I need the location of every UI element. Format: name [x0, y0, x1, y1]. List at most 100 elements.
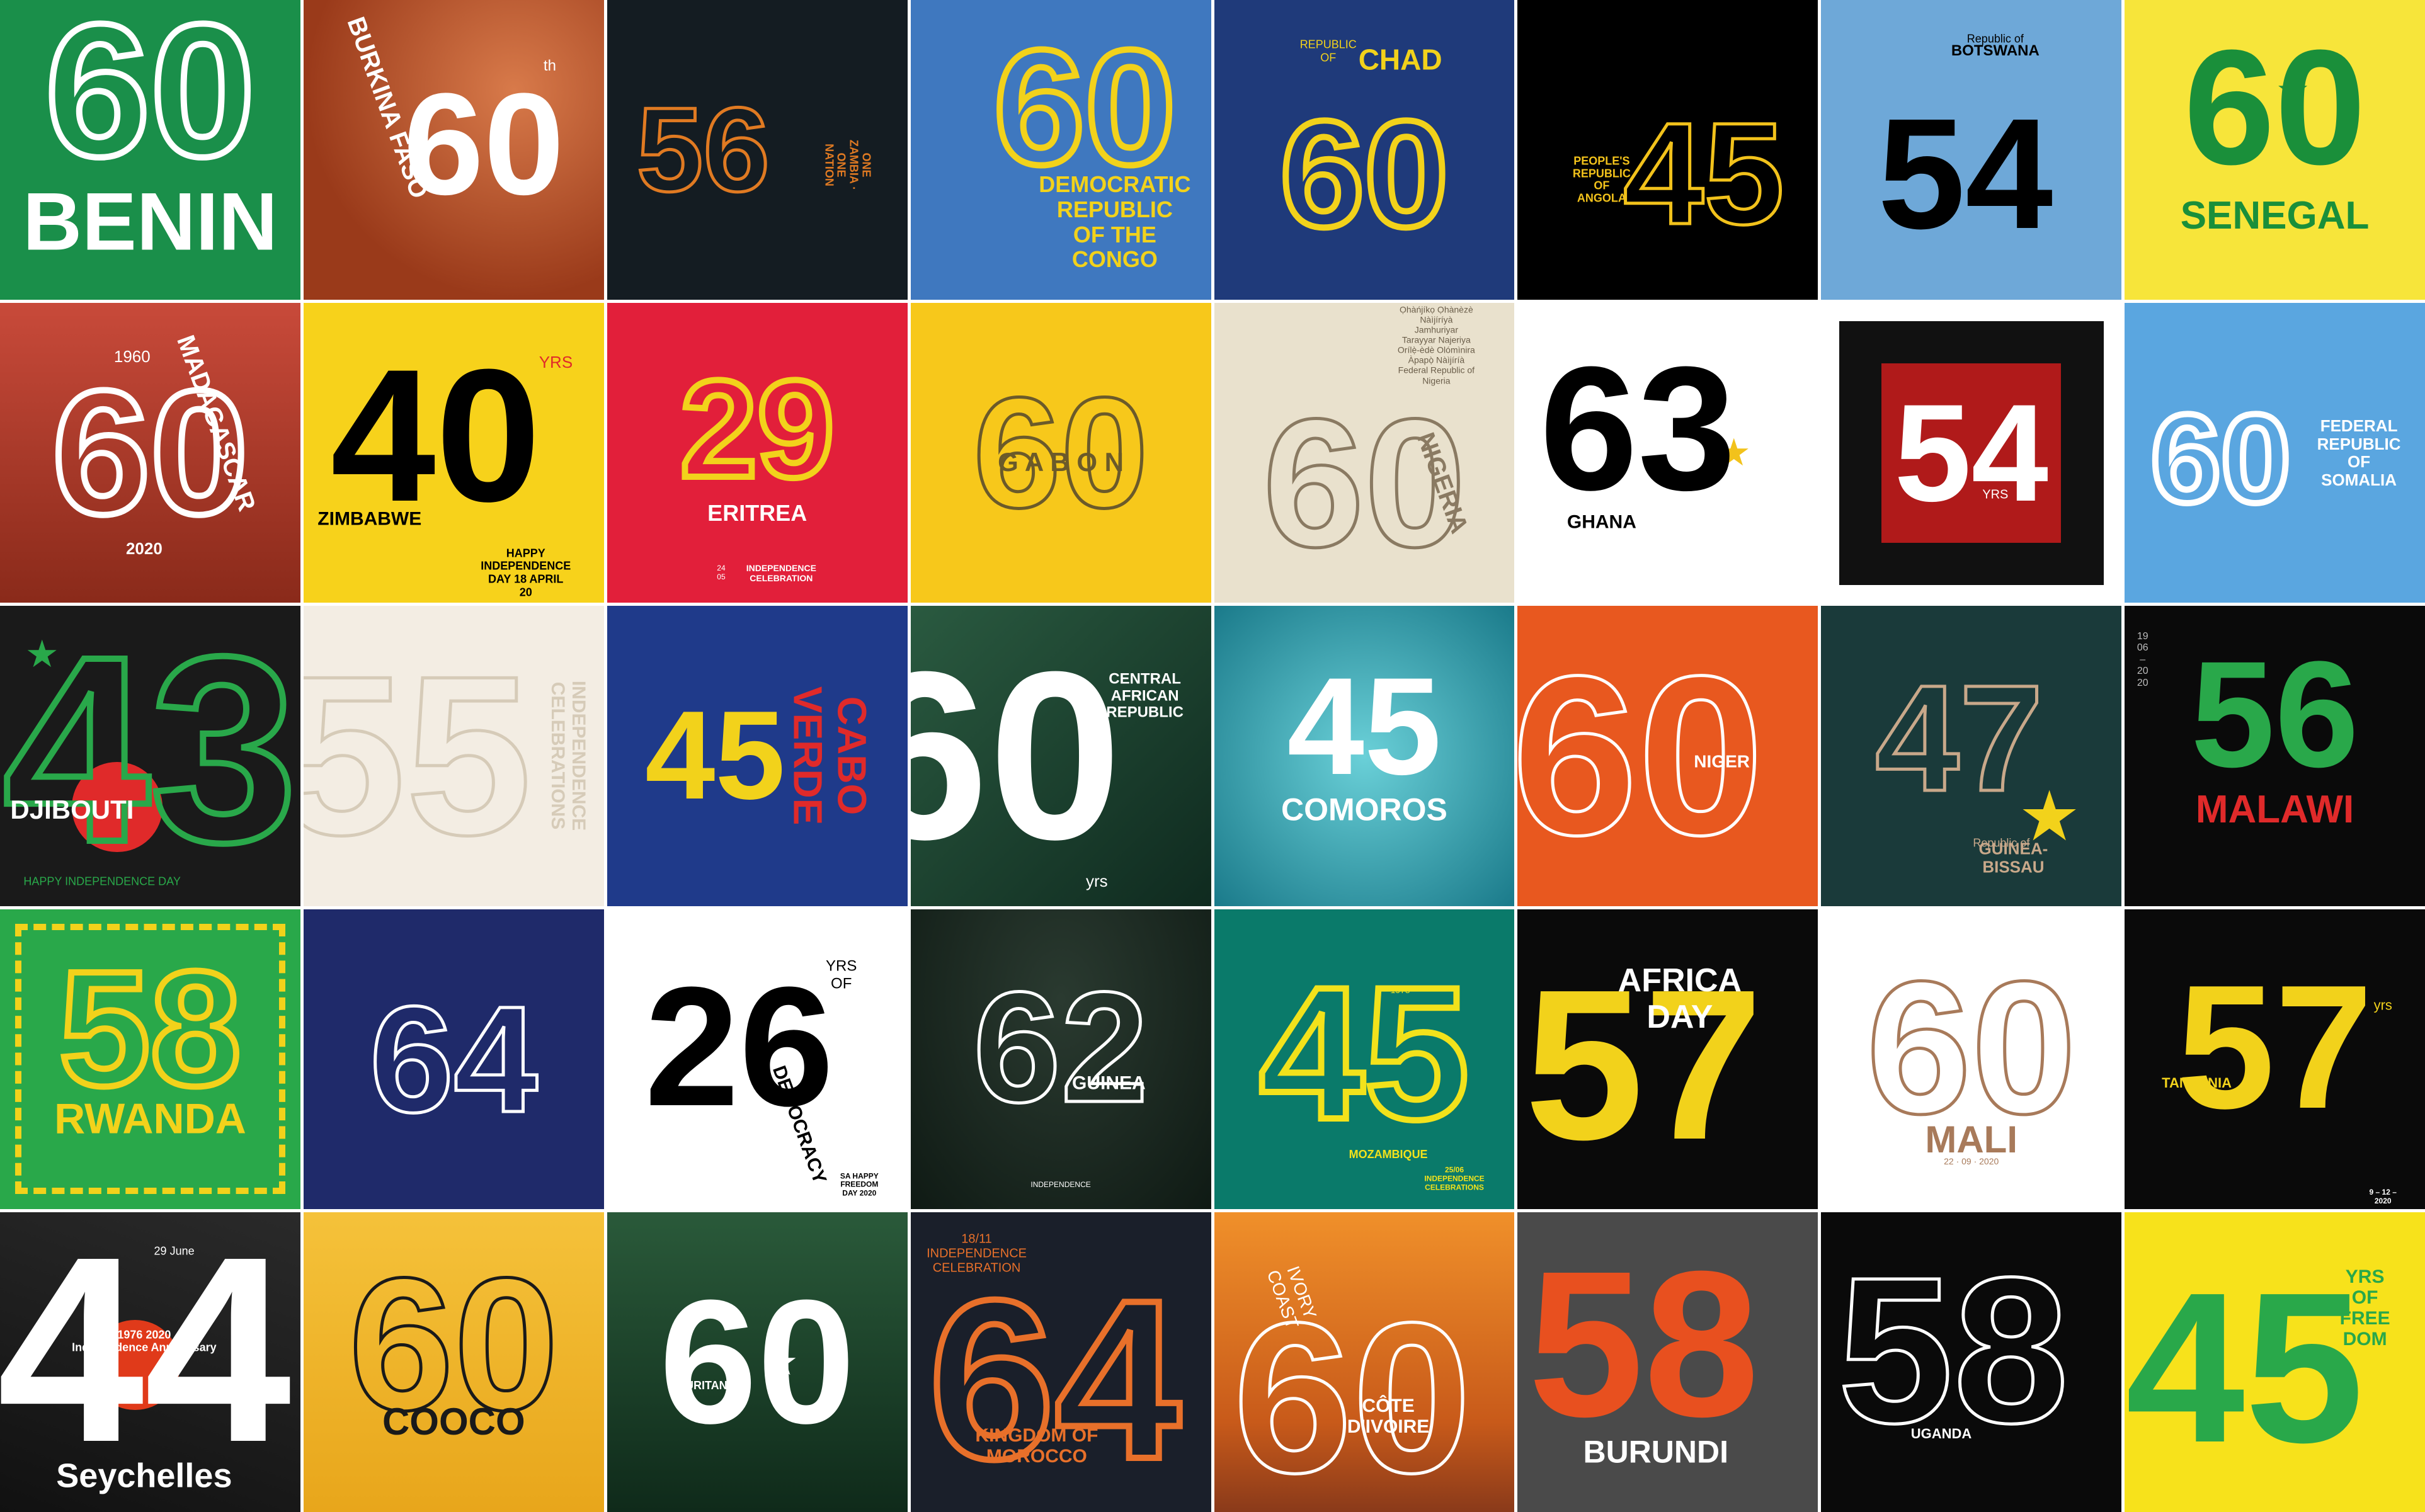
poster-tile-car: 60 CENTRAL AFRICAN REPUBLIC yrs [910, 606, 1211, 906]
poster-tile-uganda: 58 UGANDA [1821, 1212, 2122, 1512]
poster-tile-benin: 60 BENIN [0, 0, 300, 300]
poster-tile-sudan: 64 [303, 909, 604, 1209]
anniversary-number: 47 [1874, 653, 2045, 822]
poster-tile-nigeria: 60 NIGERIA Ọhàńjíkọ Ọhànèzè Nàìjíríyà Jamh… [1214, 303, 1515, 603]
country-label: MOZAMBIQUE [1349, 1148, 1428, 1161]
poster-tile-burkina: 60 BURKINA FASO th [303, 0, 604, 300]
poster-tile-caboverde: 45 CABO VERDE [607, 606, 908, 906]
anniversary-number: 64 [368, 974, 539, 1144]
poster-tile-comoros: 45 COMOROS [1214, 606, 1515, 906]
caption-text: HAPPY INDEPENDENCE DAY [23, 875, 181, 889]
poster-tile-saotome: 45 YRS OF FREE DOM [2125, 1212, 2425, 1512]
footnote-text: SA HAPPY FREEDOM DAY 2020 [840, 1171, 879, 1198]
anniversary-number: 58 [1528, 1227, 1760, 1460]
anniversary-number: 26 [644, 952, 834, 1142]
anniversary-number: 60 [2183, 16, 2366, 200]
anniversary-number: 45 [1622, 93, 1786, 255]
poster-tile-rwanda: 58 RWANDA [0, 909, 300, 1209]
poster-tile-morocco: 64 KINGDOM OF MOROCCO 18/11 INDEPENDENCE C… [910, 1212, 1211, 1512]
country-label: NIGER [1694, 751, 1750, 771]
footnote-text: INDEPENDENCE CELEBRATION [746, 562, 816, 583]
caption-text: 22 · 09 · 2020 [1944, 1156, 1999, 1166]
caption-text: 24 05 [717, 563, 726, 581]
anniversary-number: 45 [645, 685, 785, 826]
poster-tile-somalia: 60 FEDERAL REPUBLIC OF SOMALIA [2125, 303, 2425, 603]
poster-tile-malawi: 56 MALAWI 19 06 – 20 20 [2125, 606, 2425, 906]
poster-tile-tanzania: 57 TANZANIA yrs 9 – 12 – 2020 [2125, 909, 2425, 1209]
country-label: COOCO [382, 1401, 525, 1443]
poster-tile-botswana: 54 BOTSWANA Republic of [1821, 0, 2122, 300]
anniversary-number: 60 [910, 622, 1122, 890]
caption-text: Ọhàńjíkọ Ọhànèzè Nàìjíríyà Jamhuriyar Ta… [1397, 304, 1475, 386]
caption-text: 1975 [1390, 985, 1410, 996]
poster-tile-niger: 60 NIGER [1517, 606, 1818, 906]
country-label: Seychelles [56, 1457, 232, 1495]
anniversary-number: 29 [677, 351, 838, 507]
country-label: DEMOCRATIC REPUBLIC OF THE CONGO [1039, 171, 1191, 272]
caption-text: Republic of [1973, 836, 2030, 850]
country-label: PEOPLE'S REPUBLIC OF ANGOLA [1572, 154, 1631, 205]
country-label: MAURITANIA [668, 1379, 739, 1392]
anniversary-number: 60 [1864, 941, 2078, 1153]
anniversary-number: 58 [1836, 1233, 2070, 1466]
country-label: BURUNDI [1583, 1434, 1729, 1470]
poster-tile-angola: 45 PEOPLE'S REPUBLIC OF ANGOLA [1517, 0, 1818, 300]
caption-text: 18/11 INDEPENDENCE CELEBRATION [927, 1232, 1027, 1275]
caption-text: YRS [826, 1333, 845, 1343]
anniversary-number: 60 [659, 1263, 855, 1460]
country-label: KINGDOM OF MOROCCO [975, 1425, 1098, 1467]
country-label: MALAWI [2195, 788, 2354, 832]
poster-tile-senegal: ★ 60 SENEGAL [2125, 0, 2425, 300]
country-label: FEDERAL REPUBLIC OF SOMALIA [2317, 416, 2401, 489]
poster-tile-zimbabwe: 40 ZIMBABWE YRS HAPPY INDEPENDENCE DAY 18 A… [303, 303, 604, 603]
footnote-text: 2020 [125, 538, 163, 558]
anniversary-number: 45 [1287, 648, 1442, 804]
poster-tile-guinea: 62 GUINEA INDEPENDENCE [910, 909, 1211, 1209]
caption-text: Republic of [1966, 32, 2024, 45]
poster-tile-ivorycoast: 60 CÔTE D'IVOIRE IVORY COAST [1214, 1212, 1515, 1512]
country-label: INDEPENDENCE CELEBRATIONS [547, 681, 589, 831]
poster-tile-madagascar: 60 MADAGASCAR 1960 2020 [0, 303, 300, 603]
poster-tile-congo: 60 COOCO [303, 1212, 604, 1512]
anniversary-number: 55 [303, 629, 534, 883]
country-label: CÔTE D'IVOIRE [1347, 1395, 1430, 1437]
caption-text: 1960 [113, 346, 151, 366]
anniversary-number: 56 [2191, 629, 2359, 799]
country-label: GUINEA [1072, 1072, 1146, 1094]
caption-text: INDEPENDENCE [1030, 1179, 1091, 1189]
caption-text: 29 June [154, 1244, 195, 1258]
poster-tile-zambia: 56 ONE ZAMBIA · ONE NATION [607, 0, 908, 300]
country-label: ONE ZAMBIA · ONE NATION [823, 139, 873, 191]
caption-text: yrs [2373, 997, 2392, 1013]
anniversary-number: 45 [1256, 947, 1473, 1159]
poster-tile-africaday: 57 AFRICA DAY [1517, 909, 1818, 1209]
caption-text: YRS OF [826, 957, 857, 992]
poster-tile-chad: 60 CHAD REPUBLIC OF [1214, 0, 1515, 300]
poster-tile-mauritania: ★ 60 MAURITANIA YRS [607, 1212, 908, 1512]
country-label: SENEGAL [2180, 193, 2370, 237]
poster-grid: 60 BENIN 60 BURKINA FASO th 56 ONE ZAMBIA · ON… [0, 0, 2425, 1512]
country-label: MALI [1925, 1118, 2018, 1161]
poster-tile-mozambique: 45 MOZAMBIQUE 1975 25/06 INDEPENDENCE CELEB… [1214, 909, 1515, 1209]
anniversary-number: 43 [0, 606, 300, 897]
caption-text: REPUBLIC OF [1299, 38, 1357, 64]
caption-text: yrs [1085, 872, 1108, 891]
anniversary-number: 63 [1539, 331, 1736, 528]
poster-tile-southafrica: 26 DEMOCRACY YRS OF SA HAPPY FREEDOM DAY 20… [607, 909, 908, 1209]
anniversary-number: 60 [1277, 89, 1451, 259]
country-label: CABO VERDE [784, 686, 875, 826]
country-label: G A B O N [998, 446, 1124, 477]
footnote-text: 25/06 INDEPENDENCE CELEBRATIONS [1424, 1165, 1485, 1192]
country-label: RWANDA [54, 1094, 246, 1143]
poster-tile-gambia: 55 INDEPENDENCE CELEBRATIONS [303, 606, 604, 906]
footnote-text: HAPPY INDEPENDENCE DAY 18 APRIL 20 [481, 547, 571, 599]
country-label: TANZANIA [2162, 1074, 2232, 1091]
caption-text: 19 06 – 20 20 [2137, 631, 2148, 688]
country-label: BENIN [23, 175, 278, 268]
poster-tile-guineabissau: ★ 47 GUINEA-BISSAU Republic of [1821, 606, 2122, 906]
country-label: DJIBOUTI [10, 795, 134, 825]
caption-text: YRS [539, 353, 573, 372]
anniversary-number: 60 [42, 0, 259, 196]
country-label: YRS OF FREE DOM [2339, 1266, 2390, 1350]
footnote-text: 9 – 12 – 2020 [2369, 1187, 2397, 1205]
